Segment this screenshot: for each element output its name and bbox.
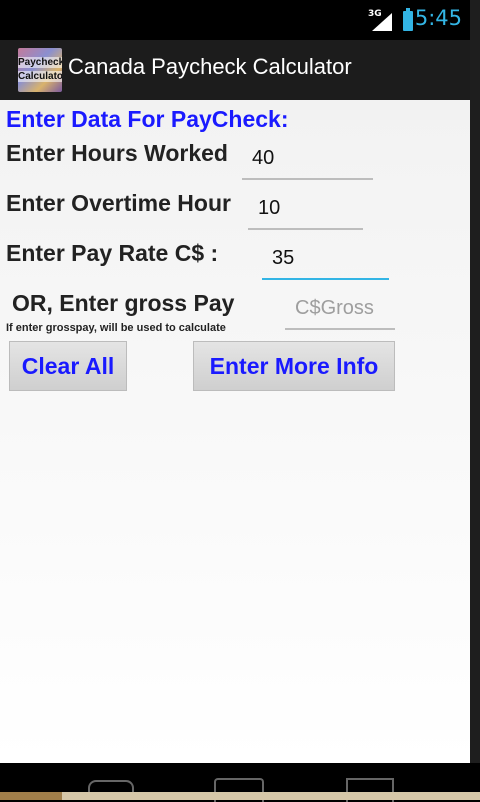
signal-icon (372, 13, 392, 31)
status-time: 5:45 (414, 6, 462, 30)
gross-pay-hint: If enter grosspay, will be used to calcu… (6, 322, 226, 334)
overtime-hour-label: Enter Overtime Hour (6, 190, 231, 216)
gross-pay-label: OR, Enter gross Pay (12, 290, 235, 316)
action-bar: Paycheck Calculator Canada Paycheck Calc… (0, 40, 470, 100)
overtime-hour-input[interactable]: 10 (248, 197, 363, 230)
window-edge (470, 0, 480, 800)
footer-tab (0, 792, 62, 800)
pay-rate-label: Enter Pay Rate C$ : (6, 240, 219, 266)
pay-rate-input[interactable]: 35 (262, 247, 389, 280)
app-logo-text-line2: Calculator (18, 71, 62, 82)
main-content: Enter Data For PayCheck: Enter Hours Wor… (0, 100, 470, 763)
battery-icon (403, 8, 413, 31)
app-logo-icon[interactable]: Paycheck Calculator (18, 48, 62, 92)
form-heading: Enter Data For PayCheck: (6, 106, 289, 132)
status-bar: 3G 5:45 (0, 0, 470, 40)
hours-worked-label: Enter Hours Worked (6, 140, 228, 166)
footer-strip (0, 792, 480, 800)
app-title: Canada Paycheck Calculator (68, 54, 352, 79)
enter-more-info-button[interactable]: Enter More Info (193, 341, 395, 391)
clear-all-button[interactable]: Clear All (9, 341, 127, 391)
hours-worked-input[interactable]: 40 (242, 147, 373, 180)
gross-pay-input[interactable]: C$Gross (285, 297, 395, 330)
app-logo-text-line1: Paycheck (18, 57, 62, 68)
